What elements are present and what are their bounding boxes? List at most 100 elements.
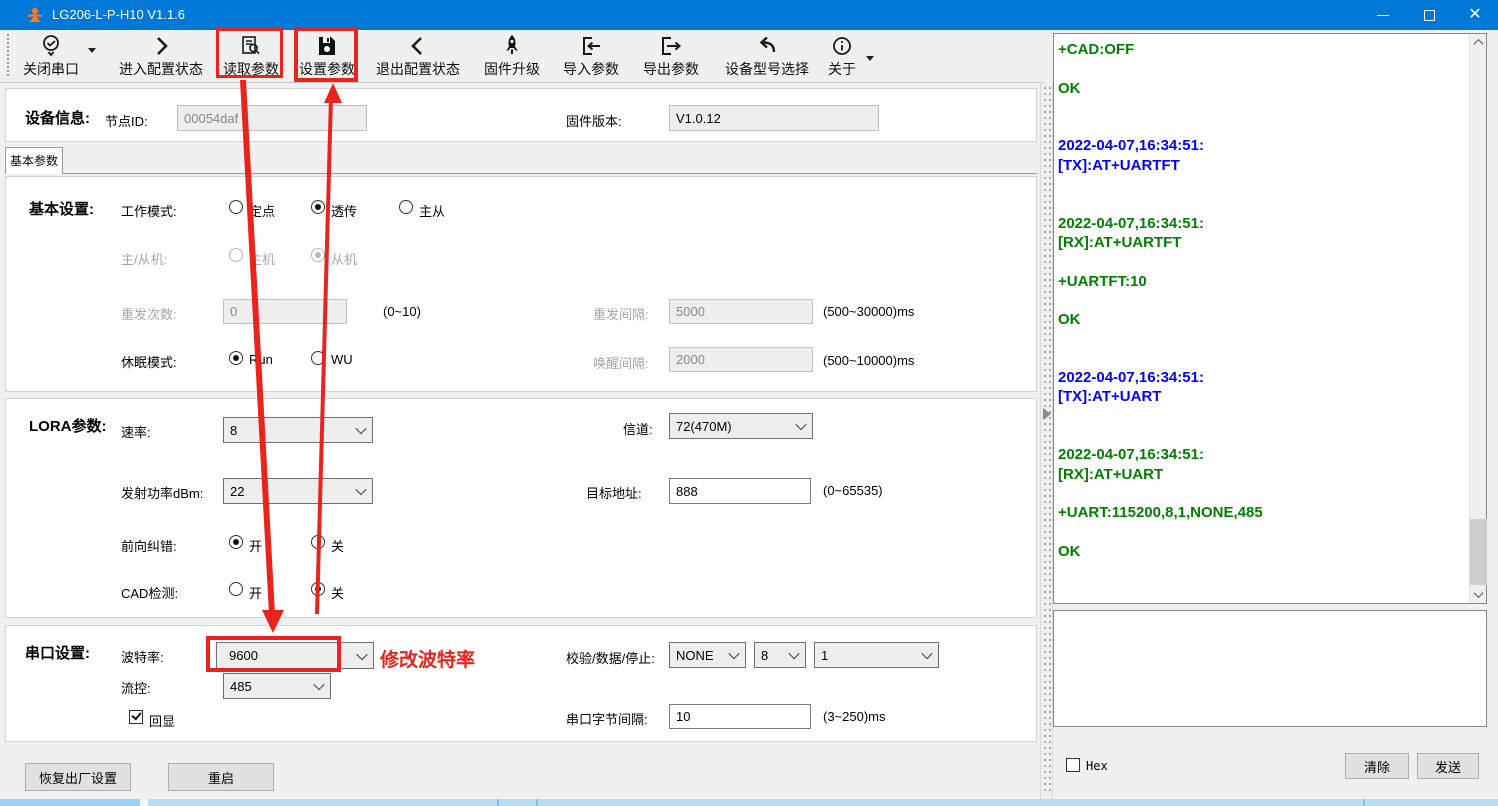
data-bits-value: 8 (755, 648, 783, 663)
toolbar-button-device-model-select[interactable]: 设备型号选择 (714, 32, 820, 80)
minimize-button[interactable] (1360, 0, 1406, 30)
resend-interval-field[interactable] (669, 299, 813, 324)
slave-radio[interactable] (311, 248, 325, 262)
cad-off-radio[interactable] (311, 582, 325, 596)
work-mode-option-label: 透传 (331, 201, 357, 220)
sleep-wu-radio[interactable] (311, 351, 325, 365)
toolbar-button-enter-config[interactable]: 进入配置状态 (106, 32, 216, 80)
toolbar-button-set-params[interactable]: 设置参数 (294, 32, 360, 80)
scroll-up-icon[interactable] (1470, 34, 1487, 51)
resend-count-label: 重发次数: (121, 304, 177, 323)
chevron-down-icon (916, 643, 938, 667)
close-serial-dropdown-caret[interactable] (88, 48, 96, 53)
lora-params-panel: LORA参数: 速率: 8 信道: 72(470M) 发射功率dBm: 22 目… (5, 398, 1037, 618)
node-id-field[interactable] (177, 105, 367, 131)
target-address-field[interactable] (669, 478, 811, 504)
title-bar: LG206-L-P-H10 V1.1.6 ✕ (0, 0, 1498, 30)
log-line: [RX]:AT+UART (1058, 465, 1466, 484)
wake-interval-field[interactable] (669, 347, 813, 372)
minimize-icon (1377, 15, 1389, 16)
resend-count-field[interactable] (223, 299, 347, 324)
target-address-hint: (0~65535) (823, 483, 883, 498)
toolbar-button-read-params[interactable]: 读取参数 (218, 32, 284, 80)
log-line (1058, 329, 1466, 348)
scrollbar-thumb[interactable] (1470, 519, 1487, 585)
resend-interval-label: 重发间隔: (593, 304, 649, 323)
stop-bits-dropdown[interactable]: 1 (814, 642, 939, 668)
toolbar-grip[interactable] (6, 34, 10, 78)
flow-control-value: 485 (224, 679, 308, 694)
log-scrollbar[interactable] (1469, 34, 1486, 603)
sleep-run-label: Run (249, 352, 273, 367)
maximize-button[interactable] (1406, 0, 1452, 30)
fec-on-label: 开 (249, 536, 262, 555)
log-line (1058, 522, 1466, 541)
toolbar-label: 设置参数 (294, 59, 360, 79)
tab-basic-params[interactable]: 基本参数 (5, 147, 63, 174)
toolbar-label: 退出配置状态 (364, 59, 472, 79)
log-line: 2022-04-07,16:34:51: (1058, 214, 1466, 233)
chevron-down-icon (790, 414, 812, 438)
cad-on-radio[interactable] (229, 582, 243, 596)
fec-off-label: 关 (331, 536, 344, 555)
toolbar-button-export-params[interactable]: 导出参数 (636, 32, 706, 80)
log-line (1058, 291, 1466, 310)
device-info-panel: 设备信息: 节点ID: 固件版本: (5, 88, 1037, 142)
toolbar-button-about[interactable]: 关于 (822, 32, 862, 80)
restart-button[interactable]: 重启 (168, 763, 274, 791)
clear-button[interactable]: 清除 (1345, 753, 1409, 779)
log-line (1058, 252, 1466, 271)
send-input[interactable] (1054, 611, 1486, 726)
work-mode-radio-master-slave[interactable] (399, 200, 413, 214)
firmware-version-field[interactable] (669, 105, 879, 131)
rate-dropdown[interactable]: 8 (223, 417, 373, 443)
serial-section-label: 串口设置: (25, 642, 90, 663)
byte-interval-field[interactable] (669, 704, 811, 729)
toolbar-label: 设备型号选择 (714, 59, 820, 79)
work-mode-radio-fixed[interactable] (229, 200, 243, 214)
splitter-collapse-icon[interactable] (1043, 408, 1051, 420)
chevron-down-icon (350, 418, 372, 442)
fec-on-radio[interactable] (229, 535, 243, 549)
cad-off-label: 关 (331, 583, 344, 602)
chevron-down-icon (351, 643, 373, 668)
sleep-run-radio[interactable] (229, 351, 243, 365)
toolbar: 关闭串口 进入配置状态 读取参数 设置参数 (0, 30, 1044, 83)
wake-interval-label: 唤醒间隔: (593, 353, 649, 372)
about-dropdown-caret[interactable] (866, 56, 874, 61)
parity-dropdown[interactable]: NONE (669, 642, 746, 668)
basic-settings-section-label: 基本设置: (29, 198, 94, 219)
toolbar-button-firmware-upgrade[interactable]: 固件升级 (478, 32, 546, 80)
factory-reset-button[interactable]: 恢复出厂设置 (25, 763, 131, 791)
close-button[interactable]: ✕ (1452, 0, 1498, 30)
channel-dropdown[interactable]: 72(470M) (669, 413, 813, 439)
echo-checkbox[interactable] (129, 710, 143, 724)
log-line: +UARTFT:10 (1058, 272, 1466, 291)
toolbar-button-import-params[interactable]: 导入参数 (556, 32, 626, 80)
log-line: [RX]:AT+UARTFT (1058, 233, 1466, 252)
toolbar-button-close-serial[interactable]: 关闭串口 (12, 32, 90, 80)
serial-settings-panel: 串口设置: 波特率: 9600 流控: 485 回显 校验/数据/停止: NON… (5, 625, 1037, 742)
tx-power-dropdown[interactable]: 22 (223, 478, 373, 504)
echo-label: 回显 (149, 711, 175, 730)
panel-splitter[interactable] (1040, 83, 1053, 799)
fec-off-radio[interactable] (311, 535, 325, 549)
work-mode-radio-transparent[interactable] (311, 200, 325, 214)
flow-control-label: 流控: (121, 678, 151, 697)
basic-settings-panel: 基本设置: 工作模式: 定点 透传 主从 主/从机: 主机 从机 重发次数: (… (5, 176, 1037, 392)
scroll-down-icon[interactable] (1470, 586, 1487, 603)
toolbar-button-exit-config[interactable]: 退出配置状态 (364, 32, 472, 80)
node-id-label: 节点ID: (105, 111, 148, 130)
send-button[interactable]: 发送 (1417, 753, 1479, 779)
master-slave-label: 主/从机: (121, 249, 167, 268)
flow-control-dropdown[interactable]: 485 (223, 673, 331, 699)
master-radio[interactable] (229, 248, 243, 262)
hex-checkbox[interactable] (1066, 758, 1080, 772)
fec-label: 前向纠错: (121, 536, 177, 555)
toolbar-label: 固件升级 (478, 59, 546, 79)
log-line (1058, 175, 1466, 194)
wake-interval-hint: (500~10000)ms (823, 353, 914, 368)
data-bits-dropdown[interactable]: 8 (754, 642, 806, 668)
chevron-left-icon (364, 34, 472, 58)
baud-rate-dropdown[interactable]: 9600 (216, 642, 374, 669)
